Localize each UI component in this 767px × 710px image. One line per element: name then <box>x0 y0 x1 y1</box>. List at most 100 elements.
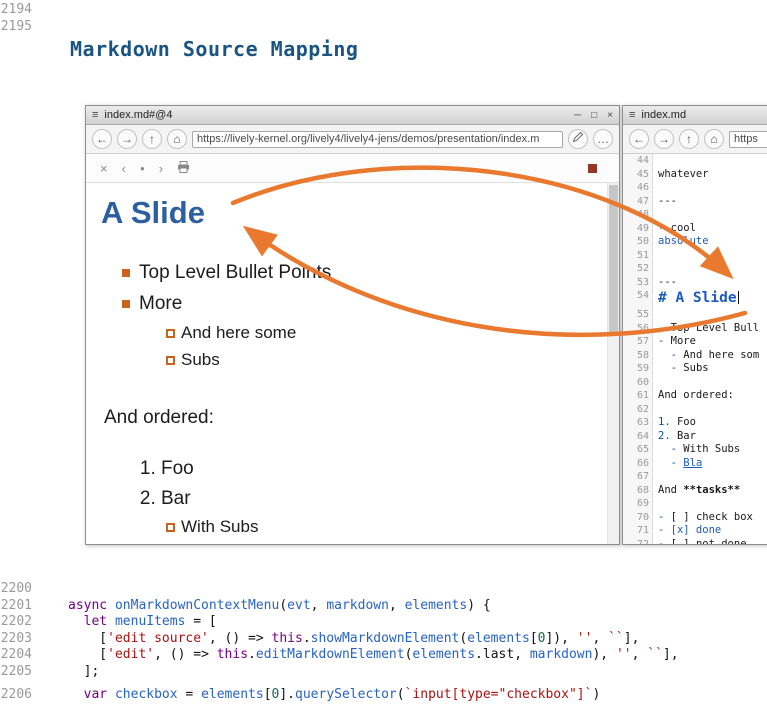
source-line[interactable]: 70- [ ] check box <box>623 511 767 525</box>
source-line[interactable]: 48 <box>623 208 767 222</box>
source-line[interactable]: 52 <box>623 262 767 276</box>
source-line[interactable]: 62 <box>623 403 767 417</box>
code-line[interactable]: 2203 ['edit source', () => this.showMark… <box>0 631 767 648</box>
source-line[interactable]: 66 - Bla <box>623 457 767 471</box>
source-editor-content[interactable]: 4445whatever4647---4849- cool50absolute5… <box>623 154 767 544</box>
edit-button[interactable] <box>568 129 588 149</box>
source-line-text[interactable] <box>653 470 767 484</box>
source-line-text[interactable]: - [x] done <box>653 524 767 538</box>
source-line[interactable]: 65 - With Subs <box>623 443 767 457</box>
source-line[interactable]: 54# A Slide <box>623 289 767 308</box>
back-button[interactable]: ← <box>92 129 112 149</box>
print-button[interactable] <box>177 161 190 176</box>
source-line[interactable]: 47--- <box>623 195 767 209</box>
source-line-text[interactable]: - Top Level Bull <box>653 322 767 336</box>
source-line-text[interactable]: - Bla <box>653 457 767 471</box>
source-line-text[interactable] <box>653 376 767 390</box>
url-field[interactable] <box>729 131 767 148</box>
up-button[interactable]: ↑ <box>142 129 162 149</box>
code-line[interactable]: 2200 <box>0 581 767 598</box>
code-line[interactable]: 2205 ]; <box>0 664 767 681</box>
source-line[interactable]: 58 - And here som <box>623 349 767 363</box>
source-line[interactable]: 44 <box>623 154 767 168</box>
source-line[interactable]: 53--- <box>623 276 767 290</box>
source-line[interactable]: 46 <box>623 181 767 195</box>
code-line-text[interactable]: let menuItems = [ <box>32 614 217 631</box>
source-line[interactable]: 642. Bar <box>623 430 767 444</box>
source-line-text[interactable]: - cool <box>653 222 767 236</box>
source-line-text[interactable]: --- <box>653 195 767 209</box>
source-line[interactable]: 631. Foo <box>623 416 767 430</box>
code-line-text[interactable]: ['edit', () => this.editMarkdownElement(… <box>32 647 679 664</box>
source-line-text[interactable] <box>653 262 767 276</box>
code-line-text[interactable]: async onMarkdownContextMenu(evt, markdow… <box>32 598 491 615</box>
source-line-text[interactable] <box>653 181 767 195</box>
forward-button[interactable]: → <box>117 129 137 149</box>
scrollbar[interactable] <box>607 183 619 544</box>
code-line[interactable]: 2201async onMarkdownContextMenu(evt, mar… <box>0 598 767 615</box>
source-line-text[interactable]: - [ ] check box <box>653 511 767 525</box>
source-line-text[interactable]: 1. Foo <box>653 416 767 430</box>
source-line[interactable]: 71- [x] done <box>623 524 767 538</box>
source-line-text[interactable]: - More <box>653 335 767 349</box>
forward-button[interactable]: → <box>654 129 674 149</box>
source-line-text[interactable]: - With Subs <box>653 443 767 457</box>
source-line-text[interactable]: And ordered: <box>653 389 767 403</box>
source-line[interactable]: 50absolute <box>623 235 767 249</box>
slide-dot-icon[interactable]: ● <box>140 164 145 173</box>
prev-slide-icon[interactable]: ‹ <box>122 161 126 176</box>
source-line-text[interactable] <box>653 249 767 263</box>
source-line[interactable]: 72- [ ] not done <box>623 538 767 545</box>
source-line-text[interactable]: - Subs <box>653 362 767 376</box>
code-line-text[interactable]: ['edit source', () => this.showMarkdownE… <box>32 631 639 648</box>
source-line-text[interactable] <box>653 497 767 511</box>
source-line-text[interactable]: - And here som <box>653 349 767 363</box>
stop-icon[interactable]: × <box>100 161 108 176</box>
maximize-icon[interactable]: □ <box>591 107 597 124</box>
source-line[interactable]: 56- Top Level Bull <box>623 322 767 336</box>
minimize-icon[interactable]: ─ <box>574 107 581 124</box>
next-slide-icon[interactable]: › <box>159 161 163 176</box>
code-line-text[interactable] <box>32 581 68 598</box>
back-button[interactable]: ← <box>629 129 649 149</box>
source-line[interactable]: 57- More <box>623 335 767 349</box>
scrollbar-thumb[interactable] <box>609 185 618 335</box>
url-field[interactable] <box>192 131 563 148</box>
source-line-text[interactable]: And **tasks** <box>653 484 767 498</box>
source-line[interactable]: 69 <box>623 497 767 511</box>
code-line[interactable]: 2204 ['edit', () => this.editMarkdownEle… <box>0 647 767 664</box>
source-lines[interactable]: 4445whatever4647---4849- cool50absolute5… <box>623 154 767 544</box>
source-line-text[interactable] <box>653 208 767 222</box>
source-line[interactable]: 51 <box>623 249 767 263</box>
source-line-text[interactable]: absolute <box>653 235 767 249</box>
code-line-text[interactable]: ]; <box>32 664 99 681</box>
source-line[interactable]: 45whatever <box>623 168 767 182</box>
source-line[interactable]: 68And **tasks** <box>623 484 767 498</box>
source-line-text[interactable]: --- <box>653 276 767 290</box>
source-line[interactable]: 49- cool <box>623 222 767 236</box>
source-line-text[interactable]: - [ ] not done <box>653 538 767 545</box>
source-line-text[interactable]: # A Slide <box>653 289 767 308</box>
presentation-window-titlebar[interactable]: ≡ index.md#@4 ─ □ × <box>86 106 619 125</box>
code-line[interactable]: 2206 var checkbox = elements[0].querySel… <box>0 687 767 704</box>
source-line[interactable]: 61And ordered: <box>623 389 767 403</box>
up-button[interactable]: ↑ <box>679 129 699 149</box>
code-line[interactable]: 2202 let menuItems = [ <box>0 614 767 631</box>
home-button[interactable]: ⌂ <box>704 129 724 149</box>
code-editor-area[interactable]: 22002201async onMarkdownContextMenu(evt,… <box>0 581 767 704</box>
source-line[interactable]: 59 - Subs <box>623 362 767 376</box>
source-line[interactable]: 67 <box>623 470 767 484</box>
source-line-text[interactable]: whatever <box>653 168 767 182</box>
code-line-text[interactable]: var checkbox = elements[0].querySelector… <box>32 687 600 704</box>
source-line-text[interactable]: 2. Bar <box>653 430 767 444</box>
window-menu-icon[interactable]: ≡ <box>92 109 98 121</box>
source-line-text[interactable] <box>653 154 767 168</box>
source-window-titlebar[interactable]: ≡ index.md <box>623 106 767 125</box>
close-icon[interactable]: × <box>607 107 613 124</box>
more-button[interactable]: … <box>593 129 613 149</box>
source-line[interactable]: 55 <box>623 308 767 322</box>
source-line[interactable]: 60 <box>623 376 767 390</box>
window-menu-icon[interactable]: ≡ <box>629 109 635 121</box>
home-button[interactable]: ⌂ <box>167 129 187 149</box>
source-line-text[interactable] <box>653 403 767 417</box>
